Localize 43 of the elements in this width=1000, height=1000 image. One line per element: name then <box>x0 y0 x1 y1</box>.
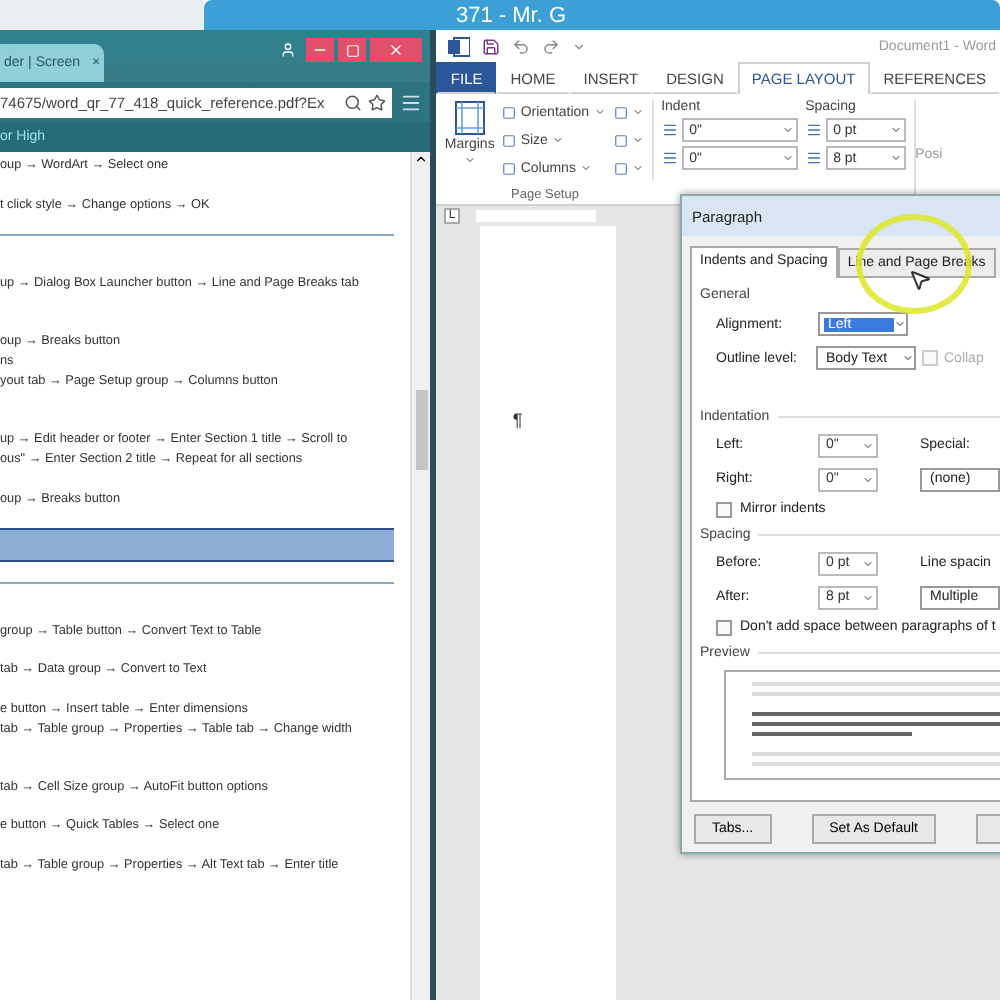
caret-icon <box>862 439 874 451</box>
close-icon <box>388 42 405 58</box>
caret-icon <box>889 124 902 136</box>
scroll-up-icon <box>414 152 429 166</box>
caret-icon <box>463 154 476 166</box>
close-button[interactable] <box>370 38 423 62</box>
menu-icon[interactable] <box>400 91 423 113</box>
lines-icon <box>805 122 822 138</box>
caret-icon <box>631 106 644 118</box>
paragraph-mark: ¶ <box>512 410 525 430</box>
undo-icon[interactable] <box>512 37 531 55</box>
caret-icon <box>551 134 564 146</box>
checkbox[interactable] <box>716 501 732 517</box>
caret-icon <box>902 352 914 364</box>
lines-icon <box>805 150 822 166</box>
ruler <box>475 210 596 222</box>
redo-icon[interactable] <box>542 37 561 55</box>
search-icon[interactable] <box>344 93 363 111</box>
checkbox[interactable] <box>716 619 732 635</box>
caret-icon <box>781 124 794 136</box>
caret-icon <box>889 152 902 164</box>
maximize-button[interactable] <box>338 38 367 62</box>
star-icon[interactable] <box>368 93 387 111</box>
caret-icon <box>631 134 644 146</box>
lines-icon <box>661 150 678 166</box>
window-title: 371 - Mr. G <box>456 3 567 27</box>
caret-icon <box>781 152 794 164</box>
customize-icon[interactable] <box>572 39 587 53</box>
minimize-button[interactable] <box>306 38 335 62</box>
caret-icon <box>862 591 874 603</box>
word-logo-icon <box>448 35 471 57</box>
user-icon <box>280 42 297 58</box>
lines-icon <box>661 122 678 138</box>
save-icon[interactable] <box>482 37 501 55</box>
margins-icon <box>453 100 486 136</box>
caret-icon <box>894 318 906 330</box>
caret-icon <box>579 162 592 174</box>
caret-icon <box>862 557 874 569</box>
maximize-icon <box>345 43 360 57</box>
caret-icon <box>631 162 644 174</box>
caret-icon <box>593 106 606 118</box>
caret-icon <box>862 473 874 485</box>
scrollbar[interactable] <box>410 152 431 1000</box>
